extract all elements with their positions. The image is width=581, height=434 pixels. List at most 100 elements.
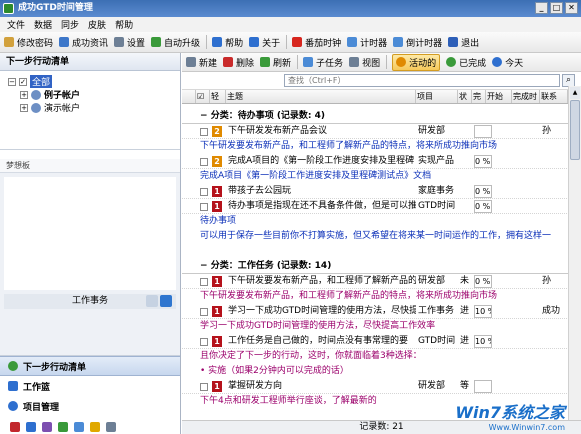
menu-data[interactable]: 数据 bbox=[31, 18, 58, 31]
tree-item-label[interactable]: 例子帐户 bbox=[44, 88, 80, 101]
task-checkbox[interactable] bbox=[200, 188, 208, 196]
task-percent[interactable] bbox=[474, 125, 492, 138]
col-status[interactable]: 状 bbox=[458, 90, 472, 103]
task-percent[interactable]: 10 % bbox=[474, 335, 492, 348]
toolbar-button-5[interactable]: 关于 bbox=[249, 36, 280, 49]
action-button-0[interactable]: 新建 bbox=[186, 56, 217, 69]
task-checkbox[interactable] bbox=[200, 128, 208, 136]
task-percent[interactable]: 10 % bbox=[474, 305, 492, 318]
table-row[interactable]: 1 下午研发要发布新产品，和工程师了解新产品的 研发部 未 0 % 孙 bbox=[182, 274, 581, 289]
task-topic[interactable]: 工作任务是自己做的，时间点没有事常理的要 bbox=[228, 334, 416, 349]
tree-item[interactable]: + 演示帐户 bbox=[8, 101, 180, 114]
expand-icon[interactable]: + bbox=[20, 90, 28, 99]
table-row[interactable]: 1 工作任务是自己做的，时间点没有事常理的要GTD时间进 10 % bbox=[182, 334, 581, 349]
col-topic[interactable]: 主题 bbox=[226, 90, 416, 103]
task-percent[interactable]: 0 % bbox=[474, 155, 492, 168]
col-end[interactable]: 完成时 bbox=[512, 90, 540, 103]
table-row[interactable]: 1 学习一下成功GTD时间管理的使用方法，尽快提工作事务进 10 % 成功 bbox=[182, 304, 581, 319]
toolbar-button-4[interactable]: 帮助 bbox=[212, 36, 243, 49]
prev-arrow-icon[interactable] bbox=[146, 295, 158, 307]
task-checkbox[interactable] bbox=[200, 278, 208, 286]
table-row[interactable]: 1 掌握研发方向 研发部 等 bbox=[182, 379, 581, 394]
tree-item[interactable]: + 例子帐户 bbox=[8, 88, 180, 101]
tree-root-label[interactable]: 全部 bbox=[30, 75, 53, 88]
toolbar-button-1[interactable]: 成功资讯 bbox=[59, 36, 108, 49]
table-row[interactable]: 1 带孩子去公园玩 家庭事务 0 % bbox=[182, 184, 581, 199]
action-button-7[interactable]: 今天 bbox=[492, 56, 523, 69]
col-check[interactable]: ☑ bbox=[196, 90, 210, 103]
task-topic[interactable]: 掌握研发方向 bbox=[228, 379, 416, 394]
table-row[interactable]: 2 下午研发发布新产品会议 研发部 孙 bbox=[182, 124, 581, 139]
task-topic[interactable]: 学习一下成功GTD时间管理的使用方法，尽快提 bbox=[228, 304, 416, 319]
toolbar-button-3[interactable]: 自动升级 bbox=[151, 36, 200, 49]
col-start[interactable]: 开始 bbox=[486, 90, 512, 103]
vertical-scrollbar[interactable]: ▲ ▼ bbox=[568, 86, 581, 434]
task-percent[interactable]: 0 % bbox=[474, 200, 492, 213]
checkbox-icon[interactable]: ✓ bbox=[19, 77, 27, 86]
next-arrow-icon[interactable] bbox=[160, 295, 172, 307]
scroll-thumb[interactable] bbox=[570, 100, 580, 160]
toolbar-button-7[interactable]: 计时器 bbox=[347, 36, 387, 49]
toolbar-button-0[interactable]: 修改密码 bbox=[4, 36, 53, 49]
group-header[interactable]: − 分类：待办事项 (记录数: 4) bbox=[182, 104, 581, 124]
tree-root[interactable]: − ✓ 全部 bbox=[8, 75, 180, 88]
task-checkbox[interactable] bbox=[200, 308, 208, 316]
col-contact[interactable]: 联系 bbox=[540, 90, 568, 103]
action-button-3[interactable]: 子任务 bbox=[303, 56, 343, 69]
task-percent[interactable]: 0 % bbox=[474, 275, 492, 288]
shortcut-icon[interactable] bbox=[58, 422, 68, 432]
action-button-1[interactable]: 删除 bbox=[223, 56, 254, 69]
col-priority[interactable]: 轻 bbox=[210, 90, 226, 103]
task-checkbox[interactable] bbox=[200, 338, 208, 346]
menu-sync[interactable]: 同步 bbox=[58, 18, 85, 31]
shortcut-icon[interactable] bbox=[42, 422, 52, 432]
task-topic[interactable]: 待办事项是指现在还不具备条件做，但是可以推 bbox=[228, 199, 416, 214]
menu-skin[interactable]: 皮肤 bbox=[85, 18, 112, 31]
task-topic[interactable]: 下午研发发布新产品会议 bbox=[228, 124, 416, 139]
table-row[interactable]: 2 完成A项目的《第一阶段工作进度安排及里程碑 实现产品 0 % bbox=[182, 154, 581, 169]
toolbar-button-8[interactable]: 倒计时器 bbox=[393, 36, 442, 49]
task-checkbox[interactable] bbox=[200, 383, 208, 391]
collapse-icon[interactable]: − bbox=[200, 261, 211, 271]
shortcut-icon[interactable] bbox=[74, 422, 84, 432]
shortcut-icon[interactable] bbox=[10, 422, 20, 432]
table-row[interactable]: 1 待办事项是指现在还不具备条件做，但是可以推 GTD时间 0 % bbox=[182, 199, 581, 214]
group-header[interactable]: − 分类：工作任务 (记录数: 14) bbox=[182, 254, 581, 274]
toolbar-button-9[interactable]: 退出 bbox=[448, 36, 479, 49]
shortcut-icon[interactable] bbox=[106, 422, 116, 432]
task-percent[interactable] bbox=[474, 380, 492, 393]
maximize-button[interactable]: □ bbox=[550, 2, 563, 14]
scroll-up-icon[interactable]: ▲ bbox=[570, 87, 580, 99]
col-pct[interactable]: 完 bbox=[472, 90, 486, 103]
task-topic[interactable]: 下午研发要发布新产品，和工程师了解新产品的 bbox=[228, 274, 416, 289]
task-percent[interactable]: 0 % bbox=[474, 185, 492, 198]
nav-next-action[interactable]: 下一步行动清单 bbox=[0, 356, 180, 376]
toolbar-button-2[interactable]: 设置 bbox=[114, 36, 145, 49]
shortcut-icon[interactable] bbox=[90, 422, 100, 432]
expand-icon[interactable]: + bbox=[20, 103, 28, 112]
search-input[interactable] bbox=[284, 74, 560, 87]
menu-file[interactable]: 文件 bbox=[4, 18, 31, 31]
menu-help[interactable]: 帮助 bbox=[112, 18, 139, 31]
collapse-icon[interactable]: − bbox=[200, 111, 211, 121]
collapse-icon[interactable]: − bbox=[8, 77, 16, 86]
action-button-4[interactable]: 视图 bbox=[349, 56, 380, 69]
shortcut-icon[interactable] bbox=[26, 422, 36, 432]
nav-projects[interactable]: 项目管理 bbox=[0, 396, 180, 416]
action-button-2[interactable]: 刷新 bbox=[260, 56, 291, 69]
task-checkbox[interactable] bbox=[200, 158, 208, 166]
minimize-button[interactable]: _ bbox=[535, 2, 548, 14]
task-topic[interactable]: 完成A项目的《第一阶段工作进度安排及里程碑 bbox=[228, 154, 416, 169]
task-checkbox[interactable] bbox=[200, 203, 208, 211]
toolbar-button-label: 计时器 bbox=[360, 38, 388, 49]
action-button-6[interactable]: 已完成 bbox=[446, 56, 486, 69]
action-button-5[interactable]: 活动的 bbox=[392, 53, 441, 71]
toolbar-button-6[interactable]: 番茄时钟 bbox=[292, 36, 341, 49]
splitter[interactable] bbox=[0, 150, 180, 159]
nav-inbox[interactable]: 工作篮 bbox=[0, 376, 180, 396]
tree-item-label[interactable]: 演示帐户 bbox=[44, 101, 80, 114]
col-project[interactable]: 项目 bbox=[416, 90, 458, 103]
memo-area[interactable] bbox=[4, 177, 176, 290]
task-topic[interactable]: 带孩子去公园玩 bbox=[228, 184, 416, 199]
close-button[interactable]: ✕ bbox=[565, 2, 578, 14]
